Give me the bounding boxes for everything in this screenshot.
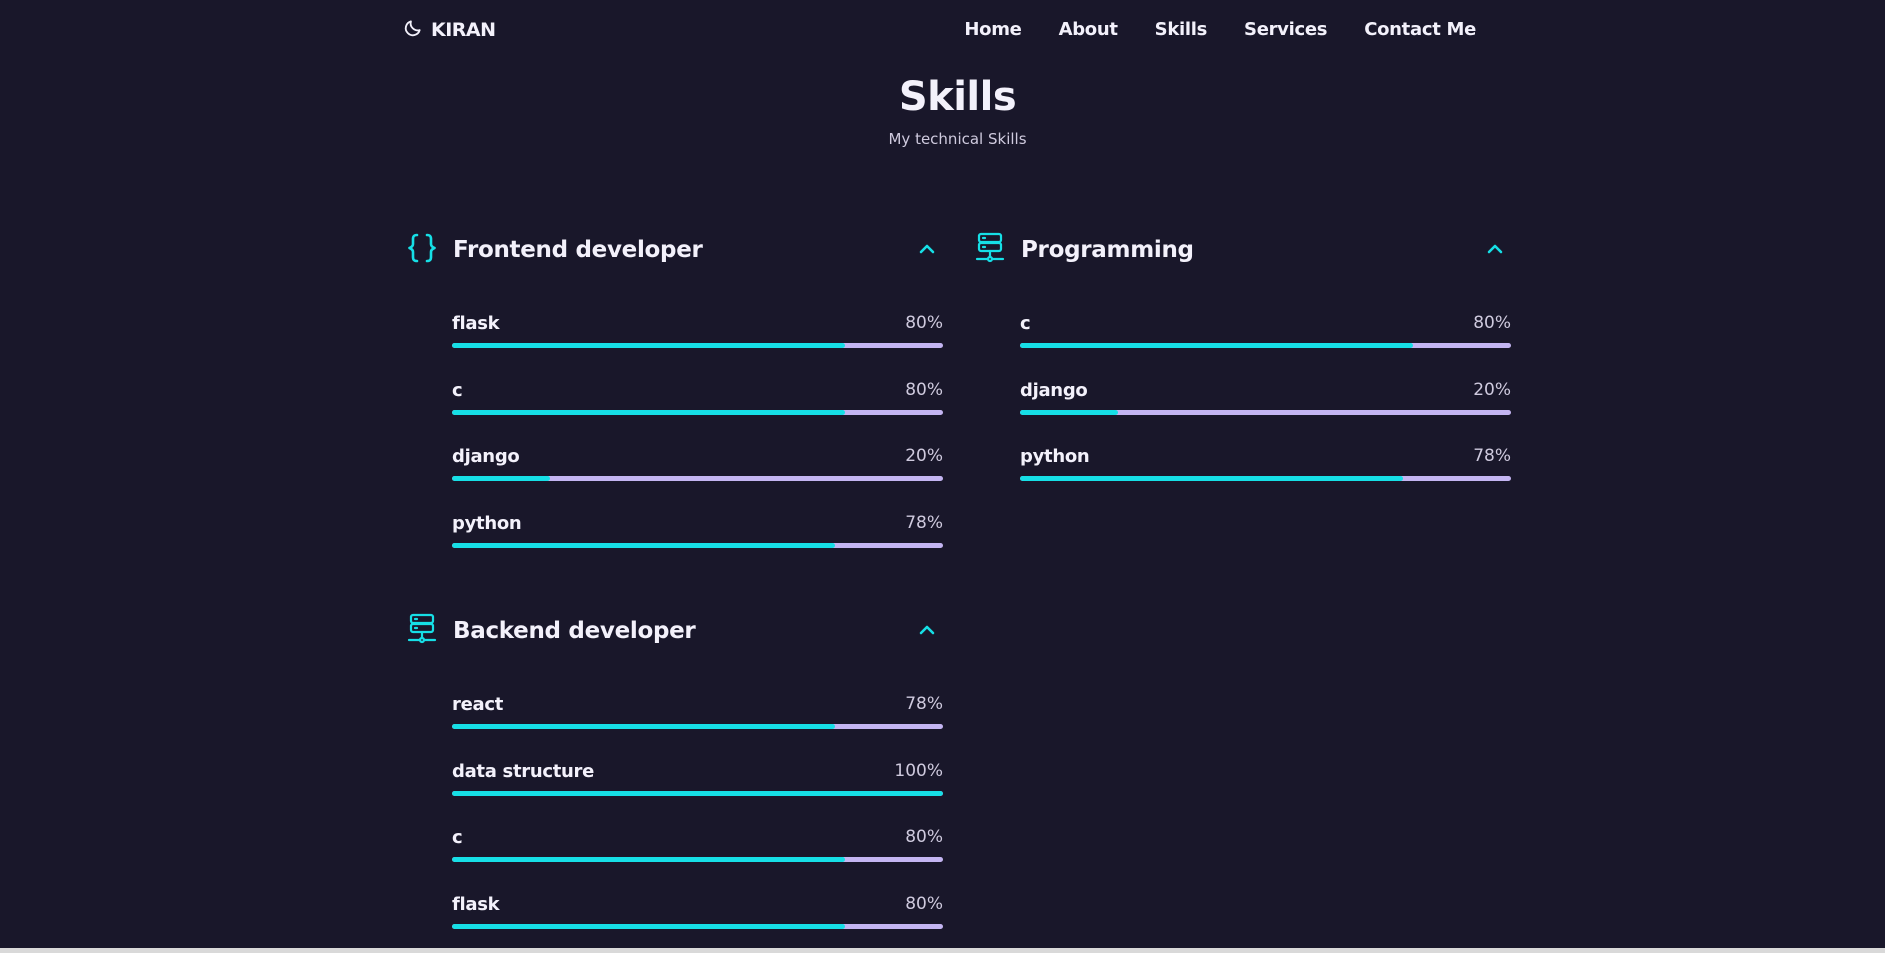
skill-name: c — [452, 827, 463, 848]
skill-percent: 80% — [905, 827, 943, 847]
brand[interactable]: KIRAN — [403, 18, 496, 42]
chevron-up-icon[interactable] — [1484, 238, 1506, 260]
code-braces-icon — [403, 229, 441, 267]
skill-bar-fill — [452, 857, 845, 862]
skill-bar-fill — [1020, 409, 1119, 415]
bottom-divider — [0, 948, 1885, 953]
skill-percent: 78% — [1473, 446, 1511, 466]
section-title: Skills — [898, 74, 1017, 120]
skill-list: react 78% data structure 100% c 80% flask 80% — [452, 684, 943, 950]
skill-bar-fill — [452, 790, 943, 796]
skill-row: python 78% — [452, 503, 943, 570]
skill-bar-fill — [452, 343, 845, 348]
skill-bar-track — [452, 724, 943, 729]
skill-row: flask 80% — [452, 303, 943, 370]
brand-name[interactable]: KIRAN — [431, 19, 496, 41]
skill-percent: 78% — [905, 512, 943, 533]
skill-group-title: Programming — [1021, 237, 1194, 263]
skill-list: flask 80% c 80% django 20% python 78% — [452, 303, 943, 569]
skill-bar-track — [1020, 343, 1511, 348]
skill-percent: 80% — [905, 379, 943, 400]
skill-name: django — [1020, 379, 1088, 401]
skill-bar-track — [452, 790, 943, 796]
skill-percent: 80% — [1473, 313, 1511, 333]
server-network-icon — [403, 610, 441, 648]
nav-link-skills[interactable]: Skills — [1155, 19, 1208, 40]
skill-group-title: Backend developer — [453, 618, 696, 644]
skill-bar-track — [452, 409, 943, 415]
skill-bar-fill — [452, 542, 835, 548]
skill-row: c 80% — [1020, 303, 1511, 370]
skill-group-header[interactable]: Programming — [971, 229, 1511, 269]
skill-name: python — [452, 512, 522, 534]
nav-link-services[interactable]: Services — [1244, 19, 1327, 40]
skill-name: c — [452, 379, 463, 401]
skill-name: data structure — [452, 760, 595, 782]
skill-bar-track — [452, 857, 943, 862]
skill-group-header[interactable]: Backend developer — [403, 610, 943, 650]
skill-row: django 20% — [1020, 370, 1511, 437]
nav-link-about[interactable]: About — [1059, 19, 1118, 40]
chevron-up-icon[interactable] — [916, 238, 938, 260]
skill-row: python 78% — [1020, 436, 1511, 503]
moon-icon[interactable] — [403, 18, 423, 42]
skill-row: django 20% — [452, 436, 943, 503]
server-network-icon — [971, 229, 1009, 267]
skill-percent: 78% — [905, 694, 943, 714]
skill-bar-track — [1020, 409, 1511, 415]
skill-group-header[interactable]: Frontend developer — [403, 229, 943, 269]
skill-bar-fill — [452, 409, 845, 415]
skill-name: python — [1020, 446, 1090, 467]
skill-bar-track — [452, 923, 943, 929]
skill-bar-track — [452, 343, 943, 348]
skill-name: react — [452, 694, 504, 715]
skill-row: react 78% — [452, 684, 943, 751]
skill-bar-track — [452, 476, 943, 481]
skill-name: c — [1020, 313, 1031, 334]
chevron-up-icon[interactable] — [916, 619, 938, 641]
skills-page: KIRAN Home About Skills Services Contact… — [0, 0, 1885, 953]
skill-bar-fill — [452, 923, 845, 929]
skill-row: c 80% — [452, 817, 943, 884]
skill-name: flask — [452, 313, 500, 334]
skill-percent: 80% — [905, 893, 943, 914]
skill-group-frontend: Frontend developer flask 80% c 80% django 20%… — [403, 229, 943, 548]
section-subtitle: My technical Skills — [888, 130, 1027, 148]
skill-group-backend: Backend developer react 78% data structure… — [403, 610, 943, 929]
skill-group-title: Frontend developer — [453, 237, 703, 263]
skill-list: c 80% django 20% python 78% — [1020, 303, 1511, 503]
skill-percent: 20% — [905, 446, 943, 466]
main-nav: Home About Skills Services Contact Me — [964, 19, 1476, 40]
nav-link-home[interactable]: Home — [964, 19, 1022, 40]
skill-bar-track — [1020, 476, 1511, 481]
skill-row: data structure 100% — [452, 751, 943, 818]
skill-group-programming: Programming c 80% django 20% python 78% — [971, 229, 1511, 481]
top-header: KIRAN Home About Skills Services Contact… — [0, 0, 1885, 60]
skill-name: flask — [452, 893, 500, 915]
skill-bar-track — [452, 542, 943, 548]
skill-bar-fill — [452, 724, 835, 729]
skill-name: django — [452, 446, 520, 467]
skill-percent: 100% — [894, 760, 943, 781]
nav-link-contact[interactable]: Contact Me — [1364, 19, 1476, 40]
skill-percent: 20% — [1473, 379, 1511, 400]
skill-bar-fill — [1020, 476, 1403, 481]
skill-bar-fill — [1020, 343, 1413, 348]
skill-row: c 80% — [452, 370, 943, 437]
skill-percent: 80% — [905, 313, 943, 333]
skill-bar-fill — [452, 476, 551, 481]
skill-row: flask 80% — [452, 884, 943, 951]
